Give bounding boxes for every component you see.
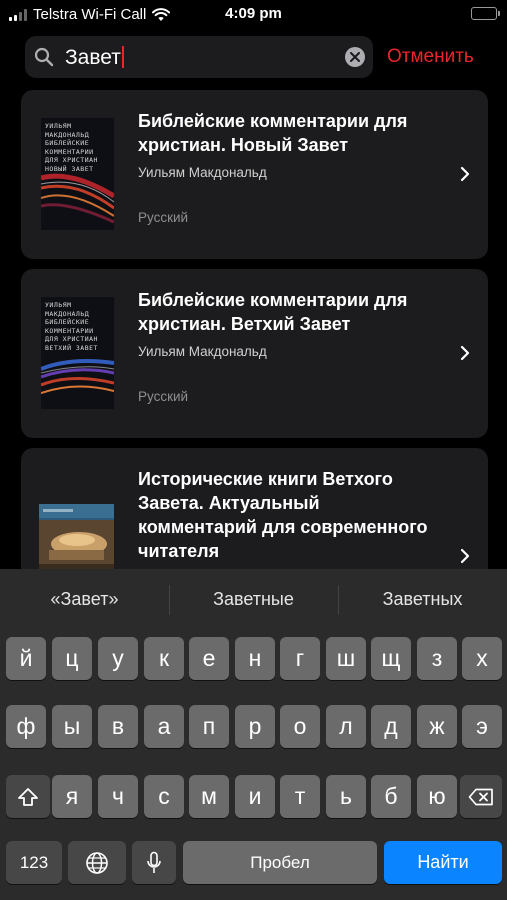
prediction-1[interactable]: «Завет» [0,589,169,610]
keyboard: «Завет» Заветные Заветных й ц у к е н г … [0,569,507,900]
key[interactable]: а [144,705,184,748]
clear-search-button[interactable] [345,47,365,67]
key[interactable]: к [144,637,184,680]
clock: 4:09 pm [225,5,282,22]
search-results: Уильям Макдональд Библейские комментарии… [21,90,488,598]
key[interactable]: з [417,637,457,680]
key[interactable]: я [52,775,92,818]
backspace-key[interactable] [460,775,502,818]
key[interactable]: о [280,705,320,748]
key[interactable]: э [462,705,502,748]
key[interactable]: г [280,637,320,680]
cover-title: Уильям Макдональд Библейские комментарии… [45,301,98,352]
shift-icon [18,787,38,806]
microphone-icon [147,851,161,873]
search-row: Завет Отменить [25,36,495,78]
space-key[interactable]: Пробел [183,841,377,884]
dictation-key[interactable] [132,841,176,884]
result-card[interactable]: Уильям Макдональд Библейские комментарии… [21,269,488,438]
book-cover: Уильям Макдональд Библейские комментарии… [41,118,114,230]
key[interactable]: и [235,775,275,818]
key[interactable]: ш [326,637,366,680]
cover-title: Уильям Макдональд Библейские комментарии… [45,122,98,173]
key[interactable]: ю [417,775,457,818]
key[interactable]: ы [52,705,92,748]
book-language: Русский [138,389,189,404]
chevron-right-icon [460,166,470,182]
text-caret [121,45,124,68]
backspace-icon [468,788,493,805]
key[interactable]: ц [52,637,92,680]
chevron-right-icon [460,548,470,564]
key[interactable]: у [98,637,138,680]
search-query: Завет [65,46,121,69]
result-card[interactable]: Исторические книги Ветхого Завета. Актуа… [21,448,488,588]
book-author: Уильям Макдональд [138,344,267,359]
book-language: Русский [138,210,189,225]
globe-key[interactable] [68,841,126,884]
key[interactable]: ф [6,705,46,748]
key[interactable]: т [280,775,320,818]
book-cover: Уильям Макдональд Библейские комментарии… [41,297,114,409]
prediction-2[interactable]: Заветные [169,589,338,610]
book-author: Уильям Макдональд [138,165,267,180]
predictive-bar: «Завет» Заветные Заветных [0,569,507,631]
close-icon [350,52,360,62]
book-title: Библейские комментарии для христиан. Нов… [138,111,408,155]
prediction-3[interactable]: Заветных [338,589,507,610]
search-input[interactable]: Завет [65,45,124,70]
search-go-key[interactable]: Найти [384,841,502,884]
book-title: Библейские комментарии для христиан. Вет… [138,290,408,334]
key[interactable]: ч [98,775,138,818]
key[interactable]: н [235,637,275,680]
key[interactable]: р [235,705,275,748]
key[interactable]: л [326,705,366,748]
book-title: Исторические книги Ветхого Завета. Актуа… [138,469,428,561]
key[interactable]: п [189,705,229,748]
search-icon [34,47,54,67]
status-bar: Telstra Wi-Fi Call 4:09 pm [0,0,507,30]
shift-key[interactable] [6,775,50,818]
key[interactable]: й [6,637,46,680]
key[interactable]: х [462,637,502,680]
chevron-right-icon [460,345,470,361]
key[interactable]: ь [326,775,366,818]
key[interactable]: е [189,637,229,680]
key[interactable]: с [144,775,184,818]
globe-icon [86,851,108,874]
key[interactable]: д [371,705,411,748]
key[interactable]: в [98,705,138,748]
result-card[interactable]: Уильям Макдональд Библейские комментарии… [21,90,488,259]
key[interactable]: м [189,775,229,818]
key[interactable]: б [371,775,411,818]
key[interactable]: ж [417,705,457,748]
search-field[interactable]: Завет [25,36,373,78]
key[interactable]: щ [371,637,411,680]
battery-icon [471,7,500,20]
numbers-key[interactable]: 123 [6,841,62,884]
cancel-button[interactable]: Отменить [387,46,474,68]
